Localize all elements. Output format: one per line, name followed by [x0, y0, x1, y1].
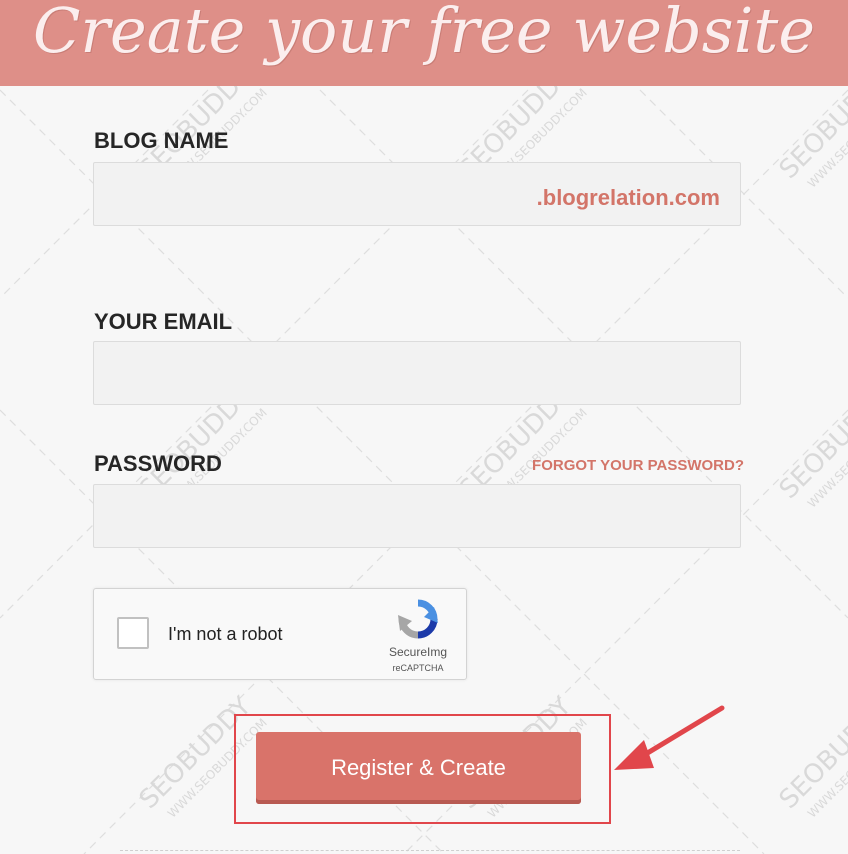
blog-name-field[interactable]: .blogrelation.com: [93, 162, 741, 226]
password-label: PASSWORD: [94, 451, 222, 476]
domain-suffix: .blogrelation.com: [536, 185, 720, 210]
captcha-sub: reCAPTCHA: [392, 663, 444, 673]
forgot-password-link[interactable]: FORGOT YOUR PASSWORD?: [532, 457, 744, 474]
red-arrow-icon: [614, 705, 725, 770]
watermark-url: WWW.SEOBUDDY.COM: [805, 716, 848, 821]
watermark-brand: SEOBUDDY: [774, 381, 848, 505]
email-field[interactable]: [93, 341, 741, 405]
watermark-brand: SEOBUDDY: [774, 691, 848, 815]
watermark-url: WWW.SEOBUDDY.COM: [805, 86, 848, 191]
captcha-widget: I'm not a robot SecureImg reCAPTCHA: [93, 588, 467, 680]
page-title: Create your free website: [32, 0, 816, 67]
header-banner: Create your free website: [0, 0, 848, 86]
recaptcha-icon: [398, 599, 438, 639]
captcha-brand: SecureImg: [388, 645, 448, 659]
register-button[interactable]: Register & Create: [256, 732, 581, 804]
password-field[interactable]: [93, 484, 741, 548]
watermark-url: WWW.SEOBUDDY.COM: [805, 406, 848, 511]
divider: [120, 850, 740, 851]
blog-name-label: BLOG NAME: [94, 128, 229, 153]
email-label: YOUR EMAIL: [94, 309, 233, 334]
captcha-label: I'm not a robot: [168, 624, 283, 644]
captcha-checkbox[interactable]: [117, 617, 149, 649]
